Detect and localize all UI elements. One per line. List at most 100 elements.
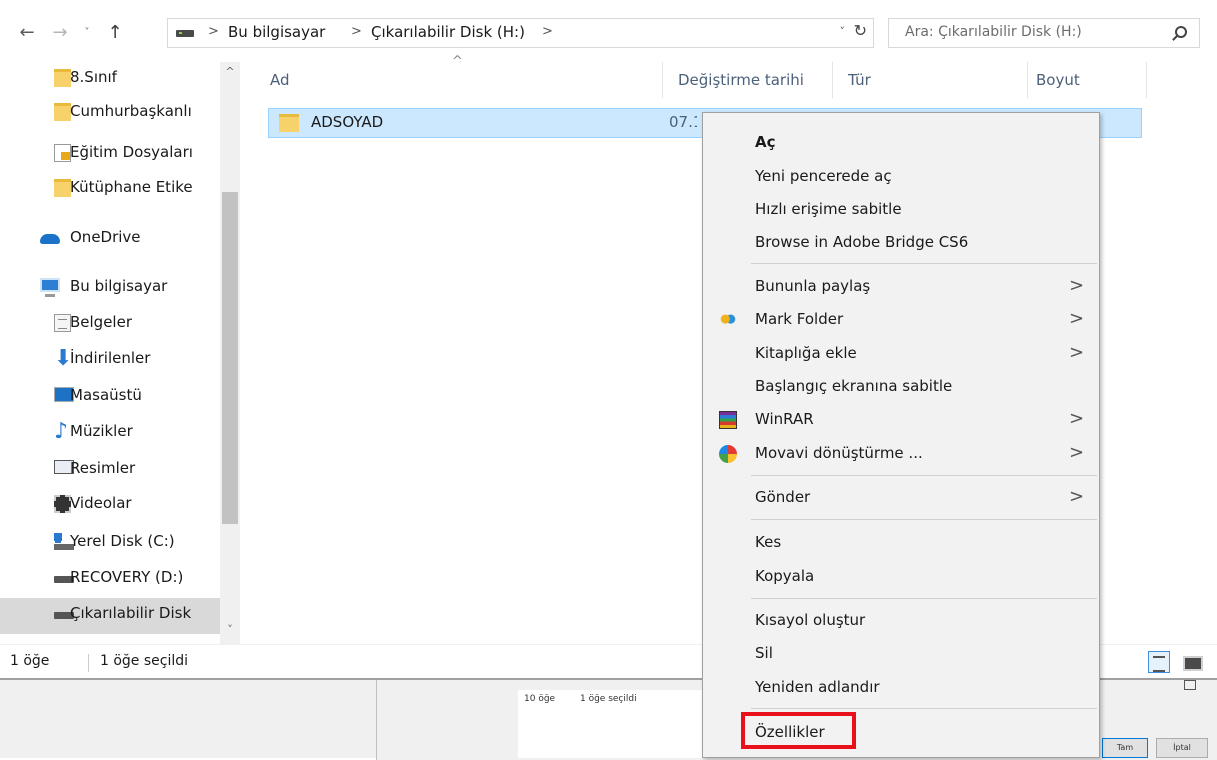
- menu-item-include-in-library[interactable]: Kitaplığa ekle >: [703, 338, 1099, 371]
- forward-arrow-icon[interactable]: →: [47, 20, 73, 46]
- search-icon[interactable]: [1175, 26, 1187, 38]
- menu-item-open-new-window[interactable]: Yeni pencerede aç: [703, 161, 1099, 194]
- search-input[interactable]: [905, 24, 1165, 40]
- nav-item-label: Belgeler: [70, 313, 132, 331]
- nav-item-label: Videolar: [70, 494, 132, 512]
- submenu-chevron-icon: >: [1069, 442, 1085, 463]
- menu-item-label: Sil: [755, 644, 773, 662]
- scroll-down-arrow-icon[interactable]: ˅: [222, 620, 238, 640]
- large-icons-view-icon[interactable]: [1180, 651, 1203, 673]
- nav-item-videos[interactable]: Videolar: [0, 488, 228, 520]
- documents-icon: [54, 314, 71, 332]
- downloads-arrow-icon: ⬇: [54, 346, 73, 371]
- item-count: 1 öğe: [10, 653, 50, 669]
- nav-item-downloads[interactable]: ⬇ İndirilenler: [0, 343, 228, 375]
- navpane-scrollbar-thumb[interactable]: [222, 192, 238, 524]
- submenu-chevron-icon: >: [1069, 408, 1085, 429]
- nav-item-label: Eğitim Dosyaları: [70, 143, 193, 161]
- nav-item-recovery-d[interactable]: RECOVERY (D:): [0, 562, 228, 594]
- column-header-date-modified[interactable]: Değiştirme tarihi: [678, 62, 804, 98]
- column-header-size[interactable]: Boyut: [1036, 62, 1080, 98]
- toolbar: ← → ˅ ↑ > Bu bilgisayar > Çıkarılabilir …: [0, 0, 1217, 62]
- breadcrumb-this-pc[interactable]: Bu bilgisayar: [228, 23, 325, 41]
- column-header-type[interactable]: Tür: [848, 62, 871, 98]
- refresh-icon[interactable]: ↻: [854, 21, 867, 40]
- submenu-chevron-icon: >: [1069, 342, 1085, 363]
- up-arrow-icon[interactable]: ↑: [102, 20, 128, 46]
- search-box[interactable]: [888, 18, 1200, 48]
- menu-separator: [751, 598, 1097, 599]
- nav-item-label: İndirilenler: [70, 349, 151, 367]
- menu-item-share-with[interactable]: Bununla paylaş >: [703, 271, 1099, 304]
- nav-item-removable-disk[interactable]: Çıkarılabilir Disk: [0, 598, 228, 634]
- cancel-button[interactable]: İptal: [1156, 738, 1208, 758]
- submenu-chevron-icon: >: [1069, 486, 1085, 507]
- winrar-books-icon: [719, 411, 737, 429]
- nav-item-local-disk-c[interactable]: Yerel Disk (C:): [0, 526, 228, 558]
- removable-drive-icon: [176, 30, 194, 37]
- address-bar[interactable]: > Bu bilgisayar > Çıkarılabilir Disk (H:…: [167, 18, 874, 48]
- menu-item-label: Kopyala: [755, 567, 815, 585]
- menu-item-label: Hızlı erişime sabitle: [755, 200, 902, 218]
- menu-item-open[interactable]: Aç: [703, 127, 1099, 160]
- menu-item-delete[interactable]: Sil: [703, 638, 1099, 671]
- nav-item-documents[interactable]: Belgeler: [0, 307, 228, 339]
- column-divider[interactable]: [1146, 62, 1147, 98]
- address-dropdown-icon[interactable]: ˅: [840, 25, 846, 38]
- details-view-icon[interactable]: [1148, 651, 1170, 673]
- nav-item-desktop[interactable]: Masaüstü: [0, 380, 228, 412]
- breadcrumb-separator-icon[interactable]: >: [542, 24, 553, 39]
- system-drive-icon: [54, 533, 74, 551]
- column-divider[interactable]: [1027, 62, 1028, 98]
- nav-item-this-pc[interactable]: Bu bilgisayar: [0, 271, 228, 303]
- menu-item-pin-quick-access[interactable]: Hızlı erişime sabitle: [703, 194, 1099, 227]
- nav-item-music[interactable]: ♪ Müzikler: [0, 416, 228, 448]
- scroll-up-arrow-icon[interactable]: ^: [222, 62, 238, 82]
- mark-folder-icon: [719, 311, 737, 329]
- nav-item-label: Müzikler: [70, 422, 133, 440]
- menu-item-pin-to-start[interactable]: Başlangıç ekranına sabitle: [703, 371, 1099, 404]
- recent-locations-chevron-icon[interactable]: ˅: [78, 20, 96, 46]
- column-divider[interactable]: [662, 62, 663, 98]
- nav-item-egitim-dosyalari[interactable]: Eğitim Dosyaları: [0, 137, 228, 169]
- maximize-icon[interactable]: [1184, 680, 1196, 690]
- menu-item-cut[interactable]: Kes: [703, 527, 1099, 560]
- nav-item-8-sinif[interactable]: 8.Sınıf: [0, 62, 228, 94]
- nav-item-kutuphane-etike[interactable]: Kütüphane Etike: [0, 172, 228, 204]
- back-arrow-icon[interactable]: ←: [14, 20, 40, 46]
- menu-item-label: Movavi dönüştürme ...: [755, 444, 923, 462]
- menu-item-create-shortcut[interactable]: Kısayol oluştur: [703, 605, 1099, 638]
- folder-icon: [54, 179, 71, 197]
- menu-item-copy[interactable]: Kopyala: [703, 561, 1099, 594]
- breadcrumb-removable-disk[interactable]: Çıkarılabilir Disk (H:): [371, 23, 525, 41]
- menu-separator: [751, 519, 1097, 520]
- menu-separator: [751, 263, 1097, 264]
- nav-item-label: Kütüphane Etike: [70, 178, 193, 196]
- nav-item-label: Bu bilgisayar: [70, 277, 168, 295]
- nav-item-pictures[interactable]: Resimler: [0, 453, 228, 485]
- menu-item-label: Aç: [755, 133, 776, 151]
- menu-item-winrar[interactable]: WinRAR >: [703, 404, 1099, 437]
- breadcrumb-separator-icon[interactable]: >: [351, 24, 362, 39]
- menu-item-send-to[interactable]: Gönder >: [703, 482, 1099, 515]
- context-menu: Aç Yeni pencerede aç Hızlı erişime sabit…: [702, 112, 1100, 758]
- menu-separator: [751, 475, 1097, 476]
- menu-item-label: Kitaplığa ekle: [755, 344, 857, 362]
- music-note-icon: ♪: [54, 419, 69, 444]
- menu-item-browse-adobe-bridge[interactable]: Browse in Adobe Bridge CS6: [703, 227, 1099, 260]
- navigation-pane: 8.Sınıf Cumhurbaşkanlı Eğitim Dosyaları …: [0, 62, 242, 644]
- column-header-name[interactable]: Ad: [270, 62, 290, 98]
- menu-item-rename[interactable]: Yeniden adlandır: [703, 672, 1099, 705]
- ok-button[interactable]: Tam: [1102, 738, 1148, 758]
- column-divider[interactable]: [832, 62, 833, 98]
- menu-item-label: Kısayol oluştur: [755, 611, 866, 629]
- menu-item-mark-folder[interactable]: Mark Folder >: [703, 304, 1099, 337]
- breadcrumb-separator-icon[interactable]: >: [208, 24, 219, 39]
- menu-item-movavi-convert[interactable]: Movavi dönüştürme ... >: [703, 438, 1099, 471]
- menu-item-label: Başlangıç ekranına sabitle: [755, 377, 953, 395]
- nav-item-label: OneDrive: [70, 228, 141, 246]
- background-selection-count: 1 öğe seçildi: [580, 694, 637, 704]
- selection-count: 1 öğe seçildi: [100, 653, 189, 669]
- nav-item-cumhurbaskanli[interactable]: Cumhurbaşkanlı: [0, 96, 228, 128]
- nav-item-onedrive[interactable]: OneDrive: [0, 222, 228, 254]
